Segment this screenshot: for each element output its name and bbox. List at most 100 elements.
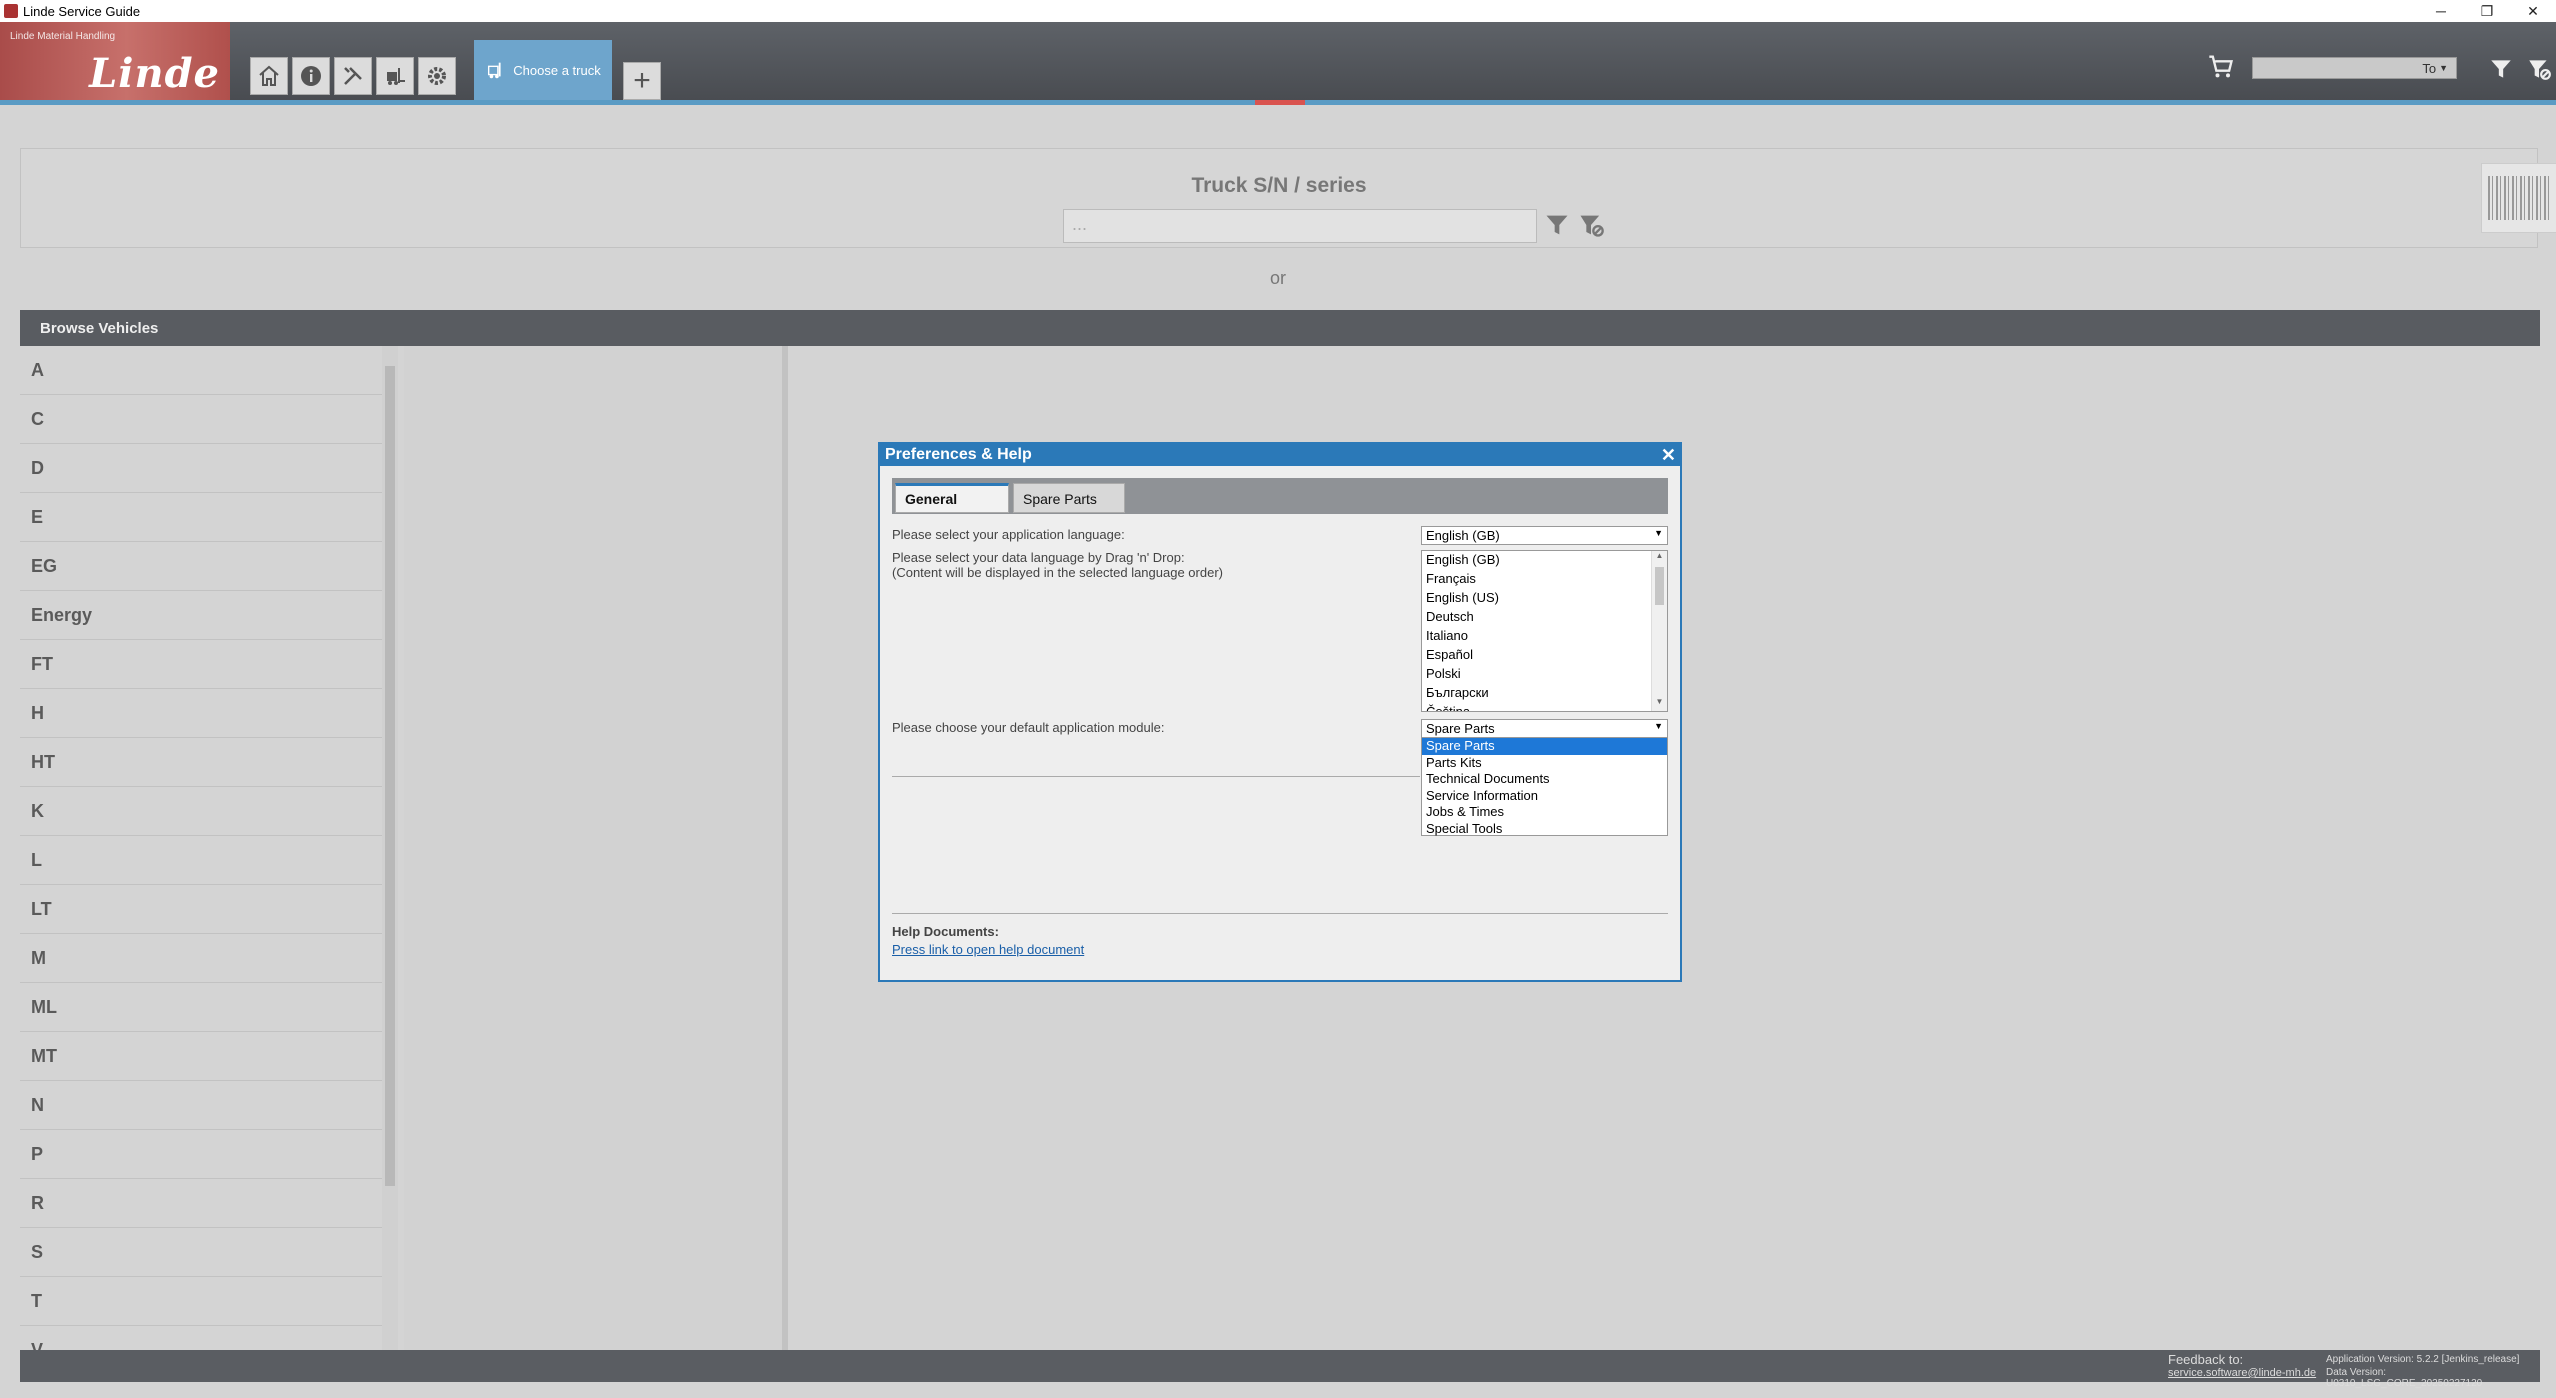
letter-item[interactable]: R (20, 1179, 382, 1228)
letter-item[interactable]: LT (20, 885, 382, 934)
help-document-link[interactable]: Press link to open help document (892, 942, 1084, 957)
linde-logo[interactable]: Linde Material Handling Linde (0, 22, 230, 100)
module-option[interactable]: Service Information (1422, 788, 1667, 805)
letter-item[interactable]: D (20, 444, 382, 493)
letter-item[interactable]: E (20, 493, 382, 542)
app-language-select[interactable]: English (GB) ▼ (1421, 526, 1668, 545)
letter-item[interactable]: A (20, 346, 382, 395)
brand-tagline: Linde Material Handling (10, 31, 116, 42)
gear-icon (428, 67, 446, 85)
letter-item[interactable]: N (20, 1081, 382, 1130)
list-item[interactable]: English (US) (1422, 589, 1667, 608)
dialog-tabs: General Spare Parts (892, 478, 1668, 514)
letter-item[interactable]: ML (20, 983, 382, 1032)
preferences-dialog: Preferences & Help ✕ General Spare Parts… (878, 442, 1682, 982)
list-item[interactable]: Español (1422, 646, 1667, 665)
letter-item[interactable]: FT (20, 640, 382, 689)
header-search-input[interactable]: To ▼ (2252, 57, 2457, 79)
tools-icon (344, 67, 362, 85)
module-option[interactable]: Jobs & Times (1422, 804, 1667, 821)
list-item[interactable]: Čeština (1422, 703, 1667, 711)
feedback-label: Feedback to: (2168, 1352, 2244, 1367)
letter-item[interactable]: HT (20, 738, 382, 787)
letter-list-scrollbar[interactable] (382, 346, 398, 1350)
dialog-title: Preferences & Help (885, 446, 1032, 463)
chevron-down-icon: ▼ (1654, 721, 1663, 731)
letter-item[interactable]: M (20, 934, 382, 983)
barcode-scan-button[interactable] (2481, 163, 2556, 233)
forklift-icon (488, 62, 501, 79)
close-window-button[interactable]: ✕ (2510, 0, 2556, 22)
truck-search-input[interactable]: ... (1063, 209, 1537, 243)
tools-button[interactable] (334, 57, 372, 95)
scroll-up-icon[interactable]: ▲ (1652, 551, 1667, 565)
letter-item[interactable]: Energy (20, 591, 382, 640)
module-option-selected[interactable]: Spare Parts (1422, 738, 1667, 755)
language-list-scrollbar[interactable]: ▲ ▼ (1651, 551, 1667, 711)
settings-button[interactable] (418, 57, 456, 95)
data-language-list[interactable]: English (GB) Français English (US) Deuts… (1421, 550, 1668, 712)
browse-vehicles-header: Browse Vehicles (20, 310, 2540, 346)
vehicle-button[interactable] (376, 57, 414, 95)
home-button[interactable] (250, 57, 288, 95)
active-tab-marker (1255, 100, 1305, 105)
vehicle-letter-list: A C D E EG Energy FT H HT K L LT M ML MT… (20, 346, 382, 1350)
truck-search-panel: Truck S/N / series ... (20, 148, 2556, 248)
module-dropdown-list[interactable]: Spare Parts Parts Kits Technical Documen… (1421, 737, 1668, 836)
close-icon[interactable]: ✕ (1661, 445, 1676, 466)
add-tab-button[interactable]: + (623, 62, 661, 100)
header-accent-bar (0, 100, 2556, 105)
forklift-icon (387, 68, 405, 85)
letter-item[interactable]: V (20, 1326, 382, 1351)
dialog-title-bar: Preferences & Help ✕ (880, 444, 1680, 466)
letter-item[interactable]: EG (20, 542, 382, 591)
letter-item[interactable]: T (20, 1277, 382, 1326)
chevron-down-icon: ▼ (1654, 528, 1663, 538)
module-option[interactable]: Parts Kits (1422, 755, 1667, 772)
letter-item[interactable]: H (20, 689, 382, 738)
letter-item[interactable]: MT (20, 1032, 382, 1081)
clear-filter-icon[interactable] (2526, 56, 2552, 82)
list-item[interactable]: Italiano (1422, 627, 1667, 646)
restore-button[interactable]: ❐ (2464, 0, 2510, 22)
letter-item[interactable]: L (20, 836, 382, 885)
status-footer: Feedback to: service.software@linde-mh.d… (20, 1350, 2540, 1389)
data-version: Data Version: U0310_LSG_CORE_20250227120 (2326, 1367, 2483, 1389)
module-option[interactable]: Technical Documents (1422, 771, 1667, 788)
cart-icon[interactable] (2205, 52, 2237, 80)
info-button[interactable] (292, 57, 330, 95)
filter-icon[interactable] (1543, 211, 1571, 239)
letter-item[interactable]: P (20, 1130, 382, 1179)
module-option[interactable]: Special Tools (1422, 821, 1667, 838)
scrollbar-thumb[interactable] (1655, 567, 1664, 605)
help-documents-label: Help Documents: (892, 924, 999, 939)
app-header: Linde Material Handling Linde Choose a t… (0, 22, 2556, 100)
letter-item[interactable]: S (20, 1228, 382, 1277)
list-item[interactable]: Français (1422, 570, 1667, 589)
info-icon (301, 66, 321, 86)
letter-item[interactable]: C (20, 395, 382, 444)
minimize-button[interactable]: ─ (2418, 0, 2464, 22)
tab-spare-parts[interactable]: Spare Parts (1013, 483, 1125, 513)
series-column (404, 346, 788, 1350)
chevron-down-icon: ▼ (2439, 63, 2448, 73)
scroll-down-icon[interactable]: ▼ (1652, 697, 1667, 711)
truck-search-label: Truck S/N / series (1191, 174, 1367, 197)
tab-general[interactable]: General (895, 483, 1009, 513)
clear-filter-icon[interactable] (1577, 211, 1605, 239)
choose-truck-tab[interactable]: Choose a truck (474, 40, 612, 100)
scrollbar-thumb[interactable] (385, 366, 395, 1186)
window-title: Linde Service Guide (23, 3, 141, 19)
module-label: Please choose your default application m… (892, 720, 1165, 735)
module-select[interactable]: Spare Parts ▼ (1421, 719, 1668, 738)
filter-icon[interactable] (2488, 56, 2514, 82)
list-item[interactable]: Български (1422, 684, 1667, 703)
list-item[interactable]: Deutsch (1422, 608, 1667, 627)
letter-item[interactable]: K (20, 787, 382, 836)
list-item[interactable]: English (GB) (1422, 551, 1667, 570)
choose-truck-label: Choose a truck (513, 62, 601, 78)
feedback-email-link[interactable]: service.software@linde-mh.de (2168, 1367, 2316, 1379)
list-item[interactable]: Polski (1422, 665, 1667, 684)
data-language-label: Please select your data language by Drag… (892, 550, 1185, 565)
app-language-label: Please select your application language: (892, 527, 1125, 542)
